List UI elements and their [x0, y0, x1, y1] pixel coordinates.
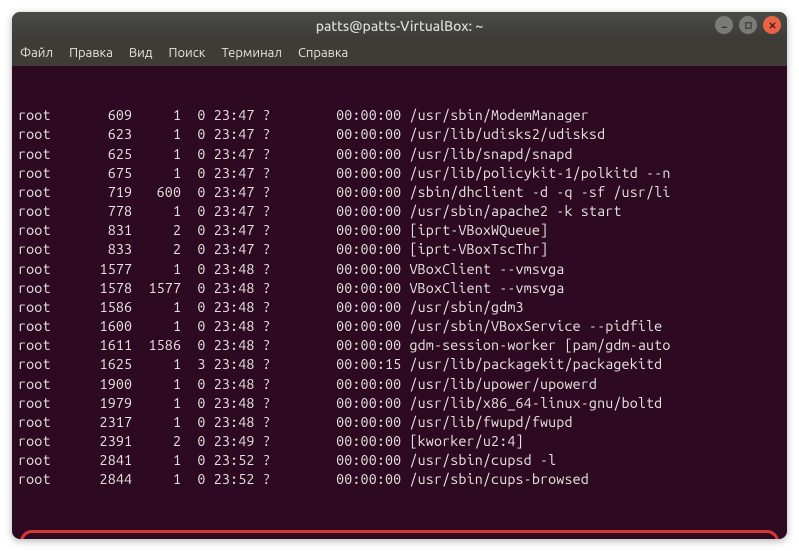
terminal-output[interactable]: root 609 1 0 23:47 ? 00:00:00 /usr/sbin/…: [12, 66, 787, 539]
process-row: root 1586 1 0 23:48 ? 00:00:00 /usr/sbin…: [18, 298, 781, 317]
menu-search[interactable]: Поиск: [168, 46, 205, 60]
process-row: root 2844 1 0 23:52 ? 00:00:00 /usr/sbin…: [18, 470, 781, 489]
minimize-button[interactable]: [715, 16, 733, 34]
process-row: root 675 1 0 23:47 ? 00:00:00 /usr/lib/p…: [18, 164, 781, 183]
menu-help[interactable]: Справка: [298, 46, 348, 60]
process-row: root 1625 1 3 23:48 ? 00:00:15 /usr/lib/…: [18, 355, 781, 374]
process-row: root 1577 1 0 23:48 ? 00:00:00 VBoxClien…: [18, 260, 781, 279]
window-title: patts@patts-VirtualBox: ~: [316, 18, 483, 34]
process-row: root 625 1 0 23:47 ? 00:00:00 /usr/lib/s…: [18, 145, 781, 164]
titlebar: patts@patts-VirtualBox: ~: [12, 12, 787, 40]
process-row: root 623 1 0 23:47 ? 00:00:00 /usr/lib/u…: [18, 125, 781, 144]
process-row: root 1900 1 0 23:48 ? 00:00:00 /usr/lib/…: [18, 375, 781, 394]
window-controls: [715, 16, 781, 34]
process-row: root 2391 2 0 23:49 ? 00:00:00 [kworker/…: [18, 432, 781, 451]
menu-file[interactable]: Файл: [20, 46, 53, 60]
highlight-box: patts@patts-VirtualBox:~$ ps -fp 12 UID …: [20, 530, 779, 539]
process-row: root 1578 1577 0 23:48 ? 00:00:00 VBoxCl…: [18, 279, 781, 298]
process-row: root 778 1 0 23:47 ? 00:00:00 /usr/sbin/…: [18, 202, 781, 221]
menu-edit[interactable]: Правка: [69, 46, 113, 60]
process-list: root 609 1 0 23:47 ? 00:00:00 /usr/sbin/…: [18, 106, 781, 489]
process-row: root 1979 1 0 23:48 ? 00:00:00 /usr/lib/…: [18, 394, 781, 413]
process-row: root 1611 1586 0 23:48 ? 00:00:00 gdm-se…: [18, 336, 781, 355]
process-row: root 2317 1 0 23:48 ? 00:00:00 /usr/lib/…: [18, 413, 781, 432]
process-row: root 609 1 0 23:47 ? 00:00:00 /usr/sbin/…: [18, 106, 781, 125]
process-row: root 719 600 0 23:47 ? 00:00:00 /sbin/dh…: [18, 183, 781, 202]
process-row: root 2841 1 0 23:52 ? 00:00:00 /usr/sbin…: [18, 451, 781, 470]
maximize-button[interactable]: [739, 16, 757, 34]
menu-view[interactable]: Вид: [129, 46, 153, 60]
close-button[interactable]: [763, 16, 781, 34]
terminal-window: patts@patts-VirtualBox: ~ Файл Правка Ви…: [12, 12, 787, 539]
process-row: root 831 2 0 23:47 ? 00:00:00 [iprt-VBox…: [18, 221, 781, 240]
menu-terminal[interactable]: Терминал: [221, 46, 281, 60]
process-row: root 833 2 0 23:47 ? 00:00:00 [iprt-VBox…: [18, 240, 781, 259]
menubar: Файл Правка Вид Поиск Терминал Справка: [12, 40, 787, 66]
process-row: root 1600 1 0 23:48 ? 00:00:00 /usr/sbin…: [18, 317, 781, 336]
